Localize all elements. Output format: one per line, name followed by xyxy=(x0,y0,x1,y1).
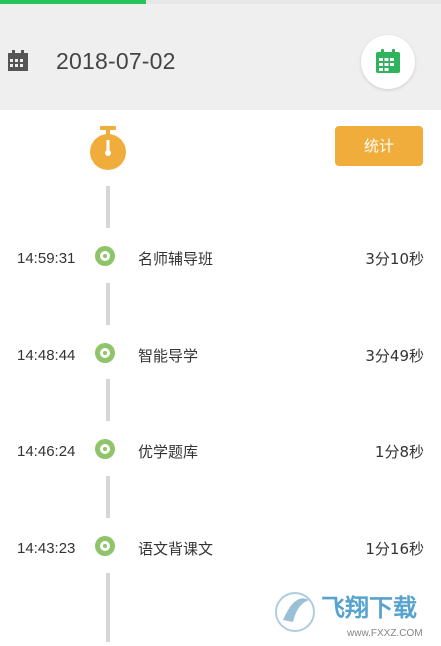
stats-button[interactable]: 统计 xyxy=(335,126,423,166)
row-time: 14:48:44 xyxy=(17,347,76,364)
calendar-picker-button[interactable] xyxy=(361,35,415,89)
row-app-name: 语文背课文 xyxy=(138,540,214,558)
row-duration: 3分10秒 xyxy=(365,250,424,268)
timeline-dot-icon xyxy=(95,343,115,363)
timeline-connector xyxy=(106,379,110,421)
row-time: 14:46:24 xyxy=(17,443,76,460)
row-duration: 1分8秒 xyxy=(374,443,424,461)
calendar-icon xyxy=(7,50,29,72)
date-header: 2018-07-02 xyxy=(0,4,441,110)
timeline-connector xyxy=(106,186,110,228)
row-app-name: 优学题库 xyxy=(138,443,199,461)
timeline-dot-icon xyxy=(95,246,115,266)
watermark-text: 飞翔下载 xyxy=(321,594,417,622)
row-time: 14:43:23 xyxy=(17,540,76,557)
calendar-grid-icon xyxy=(376,49,400,73)
watermark-url: www.FXXZ.COM xyxy=(346,628,423,639)
timeline-connector xyxy=(106,573,110,642)
row-duration: 3分49秒 xyxy=(365,347,424,365)
row-app-name: 名师辅导班 xyxy=(138,250,214,268)
selected-date: 2018-07-02 xyxy=(56,48,176,74)
timeline-dot-icon xyxy=(95,439,115,459)
timeline-row[interactable]: 14:59:31 名师辅导班 3分10秒 xyxy=(0,243,441,275)
stopwatch-icon xyxy=(88,126,128,176)
timeline-dot-icon xyxy=(95,536,115,556)
timeline-connector xyxy=(106,283,110,325)
timeline-connector xyxy=(106,476,110,518)
timeline-row[interactable]: 14:46:24 优学题库 1分8秒 xyxy=(0,436,441,468)
row-time: 14:59:31 xyxy=(17,250,76,267)
timeline-row[interactable]: 14:43:23 语文背课文 1分16秒 xyxy=(0,533,441,565)
timeline-row[interactable]: 14:48:44 智能导学 3分49秒 xyxy=(0,340,441,372)
site-watermark: 飞翔下载 www.FXXZ.COM xyxy=(275,582,441,642)
row-app-name: 智能导学 xyxy=(138,347,199,365)
row-duration: 1分16秒 xyxy=(365,540,424,558)
